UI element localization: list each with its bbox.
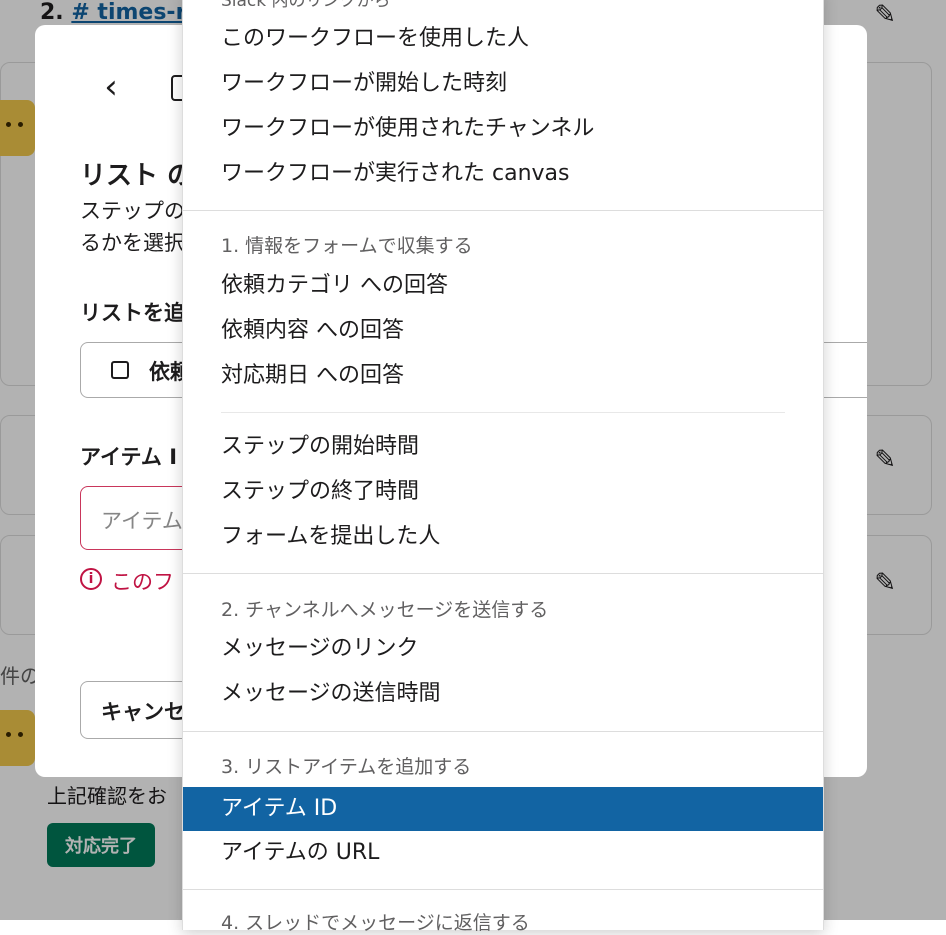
menu-divider [183, 889, 823, 890]
menu-group-header: 3. リストアイテムを追加する [221, 756, 472, 778]
menu-item-step-start-time[interactable]: ステップの開始時間 [183, 425, 823, 469]
menu-divider [183, 731, 823, 732]
chevron-left-icon[interactable]: ‹ [91, 67, 131, 107]
menu-item-message-link[interactable]: メッセージのリンク [183, 627, 823, 671]
menu-item-step-end-time[interactable]: ステップの終了時間 [183, 470, 823, 514]
menu-group-header: Slack 内のリンクから [221, 0, 391, 11]
menu-group-header: 1. 情報をフォームで収集する [221, 235, 473, 257]
menu-item-workflow-canvas[interactable]: ワークフローが実行された canvas [183, 152, 823, 196]
variable-dropdown-menu: Slack 内のリンクから このワークフローを使用した人 ワークフローが開始した… [182, 0, 824, 934]
menu-subdivider [221, 412, 785, 413]
section-title: リスト の [80, 161, 194, 191]
menu-divider [183, 210, 823, 211]
error-icon: i [80, 568, 102, 590]
menu-item-message-sent-time[interactable]: メッセージの送信時間 [183, 672, 823, 716]
list-icon [111, 361, 129, 379]
menu-item-due-date[interactable]: 対応期日 への回答 [183, 354, 823, 398]
menu-divider [183, 573, 823, 574]
menu-item-form-submitter[interactable]: フォームを提出した人 [183, 515, 823, 559]
list-label: リストを追 [80, 301, 185, 325]
menu-group-header: 2. チャンネルへメッセージを送信する [221, 599, 549, 621]
menu-item-request-category[interactable]: 依頼カテゴリ への回答 [183, 264, 823, 308]
error-text: このフ [111, 570, 174, 594]
menu-item-item-url[interactable]: アイテムの URL [183, 831, 823, 875]
menu-group-header: 4. スレッドでメッセージに返信する [221, 912, 530, 934]
menu-item-item-id[interactable]: アイテム ID [183, 787, 823, 831]
menu-item-workflow-start-time[interactable]: ワークフローが開始した時刻 [183, 62, 823, 106]
item-id-placeholder: アイテム [101, 509, 183, 533]
menu-item-workflow-channel[interactable]: ワークフローが使用されたチャンネル [183, 107, 823, 151]
menu-item-workflow-user[interactable]: このワークフローを使用した人 [183, 17, 823, 61]
item-id-label: アイテム I [80, 445, 178, 469]
menu-item-request-content[interactable]: 依頼内容 への回答 [183, 309, 823, 353]
